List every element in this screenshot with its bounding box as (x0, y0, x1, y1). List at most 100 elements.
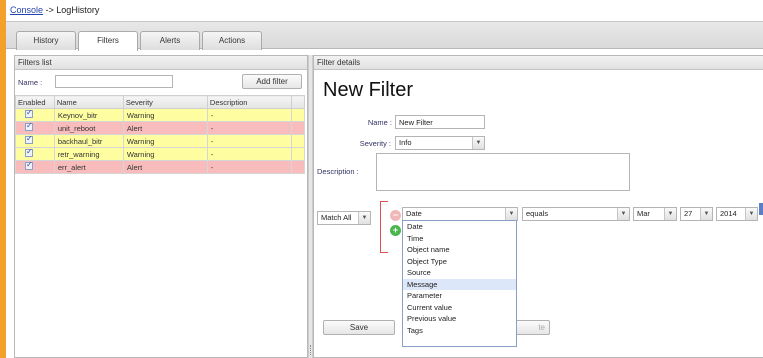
chevron-down-icon[interactable]: ▼ (472, 137, 484, 149)
dropdown-option[interactable]: Tags (403, 325, 516, 337)
description-label: Description : (317, 167, 359, 176)
detail-name-input[interactable]: New Filter (395, 115, 485, 129)
dropdown-option[interactable]: Parameter (403, 290, 516, 302)
dropdown-option[interactable]: Object Type (403, 256, 516, 268)
dropdown-option[interactable]: Previous value (403, 313, 516, 325)
detail-name-label: Name : (367, 118, 392, 127)
dropdown-option[interactable]: Time (403, 233, 516, 245)
table-row[interactable]: Keynov_bitr Warning - (15, 108, 305, 122)
table-row[interactable]: backhaul_bitr Warning - (15, 134, 305, 148)
condition-operator-select[interactable]: equals ▼ (522, 207, 630, 221)
tab-alerts[interactable]: Alerts (140, 31, 200, 50)
enabled-checkbox[interactable] (25, 147, 33, 157)
remove-condition-icon[interactable]: − (390, 210, 401, 221)
spacer-cell (291, 108, 305, 122)
day-selected-value: 27 (684, 209, 693, 218)
filters-list-panel: Filters list Name : Add filter Enabled N… (14, 55, 308, 358)
name-cell: err_alert (53, 160, 124, 174)
dropdown-option[interactable]: Source (403, 267, 516, 279)
month-select[interactable]: Mar ▼ (633, 207, 677, 221)
table-row[interactable]: retr_warning Warning - (15, 147, 305, 161)
year-select[interactable]: 2014 ▼ (716, 207, 758, 221)
year-selected-value: 2014 (720, 209, 737, 218)
splitter-grip[interactable] (310, 345, 311, 355)
enabled-cell (15, 134, 55, 148)
column-header-name[interactable]: Name (53, 95, 124, 109)
add-filter-button[interactable]: Add filter (242, 74, 302, 89)
column-header-spacer (291, 95, 305, 109)
enabled-cell (15, 108, 55, 122)
enabled-cell (15, 147, 55, 161)
dropdown-option-highlighted[interactable]: Message (403, 278, 516, 290)
column-header-description[interactable]: Description (206, 95, 293, 109)
match-mode-selected-value: Match All (321, 213, 352, 222)
filter-details-header: Filter details (314, 56, 763, 70)
spacer-cell (291, 160, 305, 174)
severity-cell: Alert (122, 121, 208, 135)
condition-field-select[interactable]: Date ▼ (402, 207, 518, 221)
spacer-cell (291, 121, 305, 135)
breadcrumb: Console -> LogHistory (10, 5, 99, 15)
table-row[interactable]: err_alert Alert - (15, 160, 305, 174)
enabled-cell (15, 160, 55, 174)
enabled-cell (15, 121, 55, 135)
filters-list-header: Filters list (15, 56, 307, 70)
breadcrumb-console-link[interactable]: Console (10, 5, 43, 15)
filter-details-panel: Filter details New Filter Name : New Fil… (313, 55, 763, 358)
description-cell: - (206, 121, 293, 135)
log-history-app: Console -> LogHistory History Filters Al… (6, 0, 763, 358)
description-cell: - (206, 108, 293, 122)
condition-operator-selected-value: equals (526, 209, 549, 218)
name-cell: unit_reboot (53, 121, 124, 135)
name-cell: Keynov_bitr (53, 108, 124, 122)
breadcrumb-current: LogHistory (56, 5, 100, 15)
dropdown-option[interactable]: Object name (403, 244, 516, 256)
enabled-checkbox[interactable] (25, 160, 33, 170)
column-header-severity[interactable]: Severity (122, 95, 208, 109)
chevron-down-icon[interactable]: ▼ (745, 208, 757, 220)
filter-name-label: Name : (18, 78, 43, 87)
severity-select[interactable]: Info ▼ (395, 136, 485, 150)
enabled-checkbox[interactable] (25, 134, 33, 144)
month-selected-value: Mar (637, 209, 650, 218)
filter-name-search-input[interactable] (55, 75, 173, 88)
description-cell: - (206, 160, 293, 174)
enabled-checkbox[interactable] (25, 121, 33, 131)
dropdown-option[interactable]: Date (403, 221, 516, 233)
description-cell: - (206, 147, 293, 161)
chevron-down-icon[interactable]: ▼ (700, 208, 712, 220)
severity-cell: Warning (122, 108, 208, 122)
calendar-icon[interactable] (759, 203, 763, 215)
breadcrumb-separator: -> (43, 5, 57, 15)
chevron-down-icon[interactable]: ▼ (617, 208, 629, 220)
chevron-down-icon[interactable]: ▼ (505, 208, 517, 220)
condition-group-bracket (380, 201, 388, 253)
tab-filters[interactable]: Filters (78, 31, 138, 51)
severity-cell: Warning (122, 134, 208, 148)
chevron-down-icon[interactable]: ▼ (664, 208, 676, 220)
severity-label: Severity : (359, 139, 391, 148)
description-textarea[interactable] (376, 153, 630, 191)
enabled-checkbox[interactable] (25, 108, 33, 118)
tab-bar: History Filters Alerts Actions (6, 21, 763, 51)
tab-history[interactable]: History (16, 31, 76, 50)
filters-table: Enabled Name Severity Description Keynov… (15, 95, 305, 174)
name-cell: retr_warning (53, 147, 124, 161)
dropdown-option[interactable]: Current value (403, 302, 516, 314)
filter-title: New Filter (323, 79, 414, 101)
table-row[interactable]: unit_reboot Alert - (15, 121, 305, 135)
description-cell: - (206, 134, 293, 148)
chevron-down-icon[interactable]: ▼ (358, 212, 370, 224)
spacer-cell (291, 134, 305, 148)
condition-field-selected-value: Date (406, 209, 422, 218)
spacer-cell (291, 147, 305, 161)
save-button[interactable]: Save (323, 320, 395, 335)
match-mode-select[interactable]: Match All ▼ (317, 211, 371, 225)
severity-cell: Alert (122, 160, 208, 174)
add-condition-icon[interactable]: + (390, 225, 401, 236)
column-header-enabled[interactable]: Enabled (15, 95, 55, 109)
severity-selected-value: Info (399, 138, 412, 147)
name-cell: backhaul_bitr (53, 134, 124, 148)
day-select[interactable]: 27 ▼ (680, 207, 713, 221)
tab-actions[interactable]: Actions (202, 31, 262, 50)
